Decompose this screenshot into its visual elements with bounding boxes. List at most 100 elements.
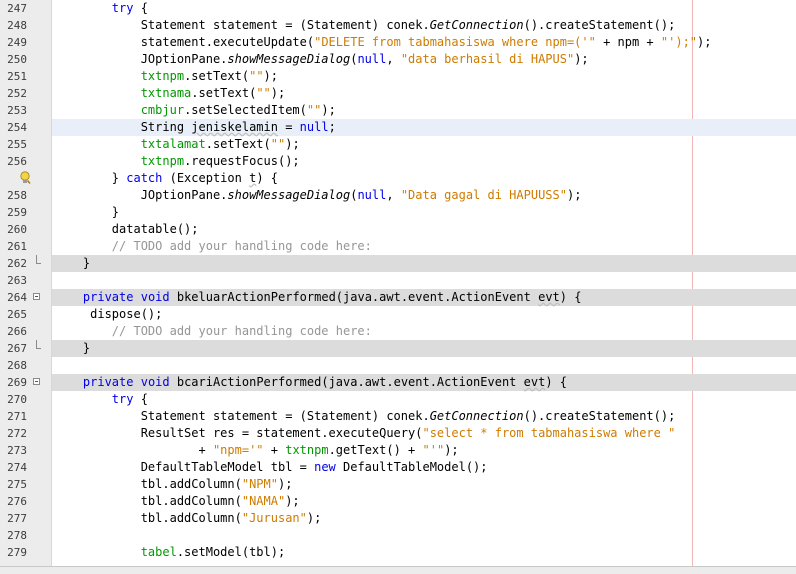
code-token: "" — [256, 86, 271, 100]
code-text[interactable]: txtnpm.setText(""); — [54, 68, 278, 85]
line-number: 271 — [7, 410, 27, 423]
code-line[interactable]: 276 tbl.addColumn("NAMA"); — [0, 493, 796, 510]
code-text[interactable]: } — [54, 204, 119, 221]
code-text[interactable]: dispose(); — [54, 306, 162, 323]
code-line[interactable]: 264 private void bkeluarActionPerformed(… — [0, 289, 796, 306]
code-text[interactable]: } — [54, 340, 90, 357]
code-token: "npm='" — [212, 443, 264, 457]
code-line[interactable]: 271 Statement statement = (Statement) co… — [0, 408, 796, 425]
code-line[interactable]: 261 // TODO add your handling code here: — [0, 238, 796, 255]
code-token: ; — [328, 120, 336, 134]
code-text[interactable]: + "npm='" + txtnpm.getText() + "'"); — [54, 442, 458, 459]
code-line[interactable]: 249 statement.executeUpdate("DELETE from… — [0, 34, 796, 51]
code-text[interactable]: datatable(); — [54, 221, 199, 238]
code-line[interactable]: 266 // TODO add your handling code here: — [0, 323, 796, 340]
code-line[interactable]: 251 txtnpm.setText(""); — [0, 68, 796, 85]
code-line[interactable]: 279 tabel.setModel(tbl); — [0, 544, 796, 561]
line-number: 252 — [7, 87, 27, 100]
code-token: "Jurusan" — [241, 511, 307, 525]
line-number: 273 — [7, 444, 27, 457]
line-number: 258 — [7, 189, 27, 202]
code-token: } — [54, 171, 127, 185]
code-editor[interactable]: 247 try {248 Statement statement = (Stat… — [0, 0, 796, 574]
code-line[interactable]: 268 — [0, 357, 796, 374]
code-line[interactable]: 253 cmbjur.setSelectedItem(""); — [0, 102, 796, 119]
code-line[interactable]: 265 dispose(); — [0, 306, 796, 323]
code-token: txtnpm — [285, 443, 329, 457]
code-text[interactable]: // TODO add your handling code here: — [54, 323, 372, 340]
code-line[interactable]: 270 try { — [0, 391, 796, 408]
code-line[interactable]: 273 + "npm='" + txtnpm.getText() + "'"); — [0, 442, 796, 459]
code-text[interactable]: tbl.addColumn("Jurusan"); — [54, 510, 322, 527]
line-number: 270 — [7, 393, 27, 406]
code-line[interactable]: 259 } — [0, 204, 796, 221]
code-line[interactable]: 262 } — [0, 255, 796, 272]
code-text[interactable]: statement.executeUpdate("DELETE from tab… — [54, 34, 712, 51]
line-number: 248 — [7, 19, 27, 32]
code-text[interactable]: Statement statement = (Statement) conek.… — [54, 408, 676, 425]
code-line[interactable]: 258 JOptionPane.showMessageDialog(null, … — [0, 187, 796, 204]
code-text[interactable]: DefaultTableModel tbl = new DefaultTable… — [54, 459, 488, 476]
code-text[interactable]: ResultSet res = statement.executeQuery("… — [54, 425, 676, 442]
code-text[interactable]: txtnama.setText(""); — [54, 85, 286, 102]
code-text[interactable]: cmbjur.setSelectedItem(""); — [54, 102, 336, 119]
code-line[interactable]: } catch (Exception t) { — [0, 170, 796, 187]
code-text[interactable]: txtalamat.setText(""); — [54, 136, 300, 153]
code-token: ) { — [559, 290, 582, 304]
code-token: + — [54, 443, 213, 457]
code-line[interactable]: 272 ResultSet res = statement.executeQue… — [0, 425, 796, 442]
code-line[interactable]: 254 String jeniskelamin = null; — [0, 119, 796, 136]
code-text[interactable]: tbl.addColumn("NPM"); — [54, 476, 293, 493]
code-text[interactable]: tabel.setModel(tbl); — [54, 544, 286, 561]
code-line[interactable]: 260 datatable(); — [0, 221, 796, 238]
code-text[interactable]: Statement statement = (Statement) conek.… — [54, 17, 676, 34]
code-token: showMessageDialog — [227, 188, 351, 202]
code-line[interactable]: 275 tbl.addColumn("NPM"); — [0, 476, 796, 493]
code-line[interactable]: 256 txtnpm.requestFocus(); — [0, 153, 796, 170]
code-text[interactable]: JOptionPane.showMessageDialog(null, "Dat… — [54, 187, 582, 204]
code-text[interactable]: String jeniskelamin = null; — [54, 119, 336, 136]
code-line[interactable]: 267 } — [0, 340, 796, 357]
code-token: statement.executeUpdate( — [54, 35, 315, 49]
code-token: ); — [697, 35, 712, 49]
code-token: new — [314, 460, 336, 474]
fold-collapse-icon[interactable] — [33, 293, 40, 300]
code-line[interactable]: 269 private void bcariActionPerformed(ja… — [0, 374, 796, 391]
line-number: 249 — [7, 36, 27, 49]
code-token: JOptionPane. — [54, 188, 228, 202]
lightbulb-hint-icon[interactable] — [19, 171, 31, 185]
code-token: ) { — [545, 375, 568, 389]
code-text[interactable]: try { — [54, 391, 148, 408]
code-line[interactable]: 250 JOptionPane.showMessageDialog(null, … — [0, 51, 796, 68]
code-line[interactable]: 274 DefaultTableModel tbl = new DefaultT… — [0, 459, 796, 476]
code-token: { — [133, 392, 148, 406]
code-line[interactable]: 248 Statement statement = (Statement) co… — [0, 17, 796, 34]
code-text[interactable]: JOptionPane.showMessageDialog(null, "dat… — [54, 51, 589, 68]
code-line[interactable]: 277 tbl.addColumn("Jurusan"); — [0, 510, 796, 527]
code-line[interactable]: 255 txtalamat.setText(""); — [0, 136, 796, 153]
code-text[interactable]: txtnpm.requestFocus(); — [54, 153, 300, 170]
line-number: 263 — [7, 274, 27, 287]
code-line[interactable]: 252 txtnama.setText(""); — [0, 85, 796, 102]
code-text[interactable]: try { — [54, 0, 148, 17]
code-text[interactable]: tbl.addColumn("NAMA"); — [54, 493, 300, 510]
line-number: 275 — [7, 478, 27, 491]
code-text[interactable]: } catch (Exception t) { — [54, 170, 278, 187]
code-text[interactable]: } — [54, 255, 90, 272]
code-token: tbl.addColumn( — [54, 511, 242, 525]
code-token: datatable(); — [54, 222, 199, 236]
code-token: = — [277, 120, 300, 134]
code-text[interactable]: private void bkeluarActionPerformed(java… — [54, 289, 582, 306]
code-text[interactable]: // TODO add your handling code here: — [54, 238, 372, 255]
fold-collapse-icon[interactable] — [33, 378, 40, 385]
code-line[interactable]: 247 try { — [0, 0, 796, 17]
code-line[interactable]: 263 — [0, 272, 796, 289]
code-text[interactable]: private void bcariActionPerformed(java.a… — [54, 374, 567, 391]
code-line[interactable]: 278 — [0, 527, 796, 544]
code-token: jeniskelamin — [191, 120, 278, 134]
code-token: bcariActionPerformed(java.awt.event.Acti… — [169, 375, 524, 389]
code-token: ); — [285, 494, 300, 508]
